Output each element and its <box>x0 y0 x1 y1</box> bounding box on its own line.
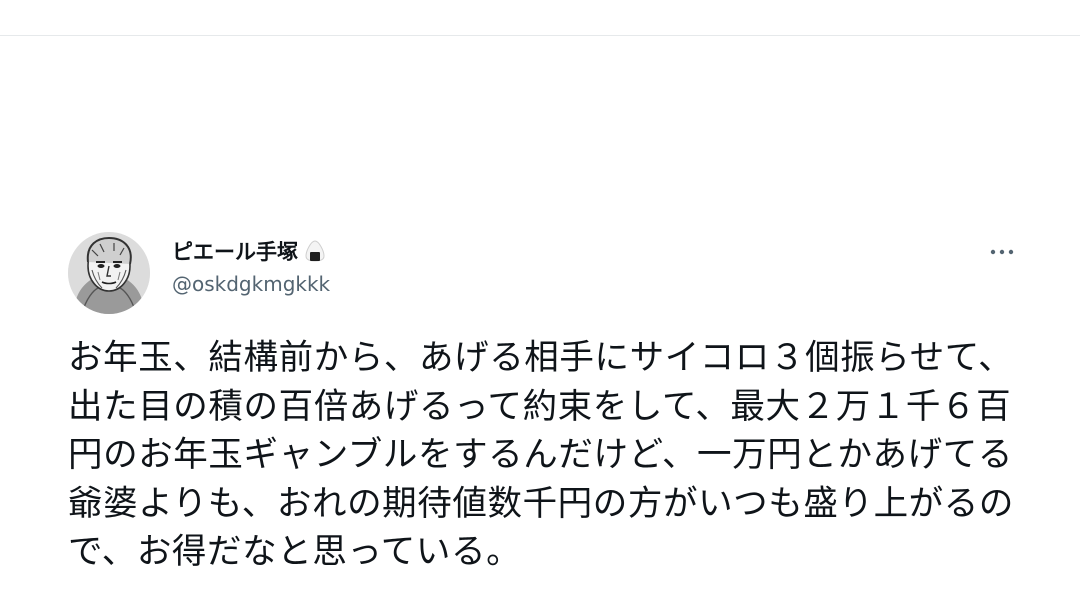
tweet-text: お年玉、結構前から、あげる相手にサイコロ３個振らせて、出た目の積の百倍あげるって… <box>68 338 1014 572</box>
tweet-header: ピエール手塚 @oskdgkmgkkk <box>68 228 1028 316</box>
more-horizontal-icon <box>990 249 1014 255</box>
tweet: ピエール手塚 @oskdgkmgkkk お年玉、結構前から、あげる相手にサイコロ… <box>68 228 1028 577</box>
user-info: ピエール手塚 @oskdgkmgkkk <box>172 236 330 296</box>
display-name[interactable]: ピエール手塚 <box>172 236 298 266</box>
portrait-avatar-icon <box>68 232 150 314</box>
more-options-button[interactable] <box>982 234 1022 270</box>
onigiri-icon <box>304 239 326 263</box>
tweet-page: ピエール手塚 @oskdgkmgkkk お年玉、結構前から、あげる相手にサイコロ… <box>0 0 1080 600</box>
top-divider <box>0 35 1080 36</box>
display-name-row: ピエール手塚 <box>172 236 330 266</box>
user-handle[interactable]: @oskdgkmgkkk <box>172 272 330 296</box>
avatar[interactable] <box>68 232 150 314</box>
